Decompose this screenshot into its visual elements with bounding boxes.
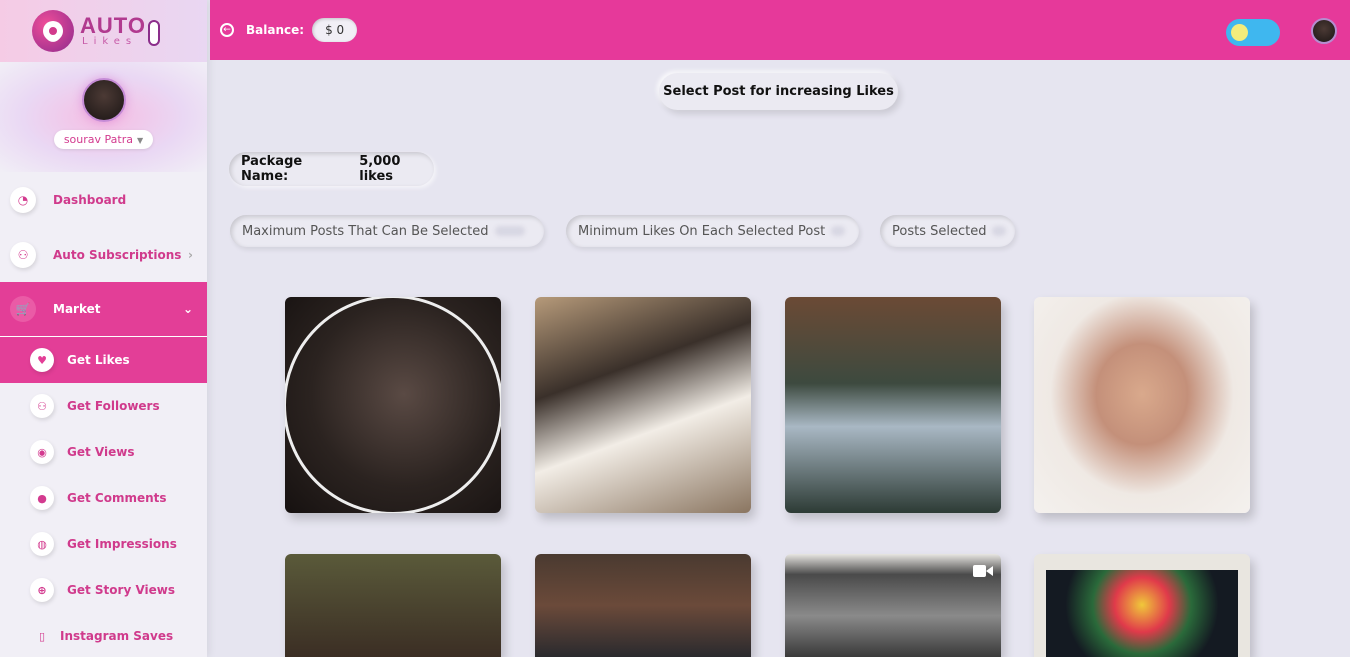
- caret-down-icon: ▼: [137, 136, 144, 145]
- sidebar-item-label: Market: [53, 302, 101, 316]
- post-thumbnail[interactable]: [1034, 554, 1250, 657]
- cart-icon: 🛒: [10, 296, 36, 322]
- package-value: 5,000 likes: [359, 154, 401, 184]
- sidebar-item-label: Get Views: [67, 445, 135, 459]
- logo-title: AUTO: [80, 13, 146, 38]
- heart-icon: ♥: [30, 348, 54, 372]
- chevron-right-icon: ›: [188, 247, 193, 262]
- back-arrow-icon[interactable]: ←: [220, 23, 234, 37]
- sidebar-item-label: Instagram Saves: [60, 629, 174, 643]
- min-likes-badge: Minimum Likes On Each Selected Post: [566, 215, 859, 247]
- posts-selected-label: Posts Selected: [892, 223, 987, 239]
- avatar[interactable]: [1311, 18, 1337, 44]
- users-icon: ⚇: [10, 241, 36, 268]
- post-thumbnail[interactable]: [535, 297, 751, 513]
- eye-icon: ◉: [30, 440, 54, 464]
- fire-icon: ◍: [30, 532, 54, 556]
- max-posts-label: Maximum Posts That Can Be Selected: [242, 223, 489, 239]
- bookmark-icon: ▯: [38, 629, 46, 643]
- plus-circle-icon: ⊕: [30, 578, 54, 602]
- post-thumbnail[interactable]: [785, 554, 1001, 657]
- post-thumbnail[interactable]: [535, 554, 751, 657]
- sidebar-item-label: Auto Subscriptions: [53, 247, 182, 262]
- post-thumbnail[interactable]: [285, 554, 501, 657]
- sidebar-item-label: Get Likes: [67, 353, 130, 367]
- balance-label: Balance:: [246, 23, 305, 37]
- sidebar-item-instagram-saves[interactable]: ▯ Instagram Saves: [0, 613, 207, 657]
- users-icon: ⚇: [30, 394, 54, 418]
- post-thumbnail[interactable]: [285, 297, 501, 513]
- balance-value: $ 0: [312, 18, 358, 42]
- page-title: Select Post for increasing Likes: [659, 73, 898, 110]
- logo-badge-icon: [147, 20, 160, 46]
- sidebar-item-label: Get Followers: [67, 399, 160, 413]
- sidebar-item-label: Dashboard: [53, 192, 127, 207]
- max-posts-badge: Maximum Posts That Can Be Selected: [230, 215, 544, 247]
- logo[interactable]: AUTO Likes: [0, 0, 207, 62]
- avatar[interactable]: [81, 78, 126, 122]
- sidebar-item-get-comments[interactable]: ● Get Comments: [0, 475, 207, 521]
- sidebar-item-label: Get Comments: [67, 491, 167, 505]
- sun-icon: [1231, 24, 1248, 41]
- pie-chart-icon: ◔: [10, 186, 36, 213]
- sidebar-item-market[interactable]: 🛒 Market ⌄: [0, 282, 207, 337]
- sidebar-item-get-story-views[interactable]: ⊕ Get Story Views: [0, 567, 207, 613]
- chevron-down-icon: ⌄: [182, 302, 193, 316]
- sidebar-item-label: Get Impressions: [67, 537, 177, 551]
- video-icon: [973, 564, 993, 578]
- theme-toggle[interactable]: [1226, 19, 1280, 46]
- profile-card: sourav Patra ▼: [0, 62, 207, 172]
- package-info: Package Name: 5,000 likes: [229, 152, 434, 186]
- sidebar-item-auto-subscriptions[interactable]: ⚇ Auto Subscriptions ›: [0, 227, 207, 282]
- sidebar-item-dashboard[interactable]: ◔ Dashboard: [0, 172, 207, 227]
- sidebar-item-get-likes[interactable]: ♥ Get Likes: [0, 337, 207, 383]
- posts-selected-badge: Posts Selected: [880, 215, 1015, 247]
- logo-subtitle: Likes: [82, 36, 138, 47]
- comments-icon: ●: [30, 486, 54, 510]
- top-bar: ← Balance: $ 0: [210, 0, 1350, 60]
- sidebar-item-get-impressions[interactable]: ◍ Get Impressions: [0, 521, 207, 567]
- logo-heart-icon: [32, 10, 74, 52]
- post-thumbnail[interactable]: [1034, 297, 1250, 513]
- sidebar-item-label: Get Story Views: [67, 583, 175, 597]
- min-likes-label: Minimum Likes On Each Selected Post: [578, 223, 826, 239]
- post-thumbnail[interactable]: [785, 297, 1001, 513]
- user-name: sourav Patra: [63, 133, 133, 146]
- sidebar-item-get-views[interactable]: ◉ Get Views: [0, 429, 207, 475]
- sidebar-item-get-followers[interactable]: ⚇ Get Followers: [0, 383, 207, 429]
- sidebar: AUTO Likes sourav Patra ▼ ◔ Dashboard ⚇ A…: [0, 0, 207, 657]
- user-menu-button[interactable]: sourav Patra ▼: [53, 130, 154, 149]
- package-label: Package Name:: [241, 154, 303, 184]
